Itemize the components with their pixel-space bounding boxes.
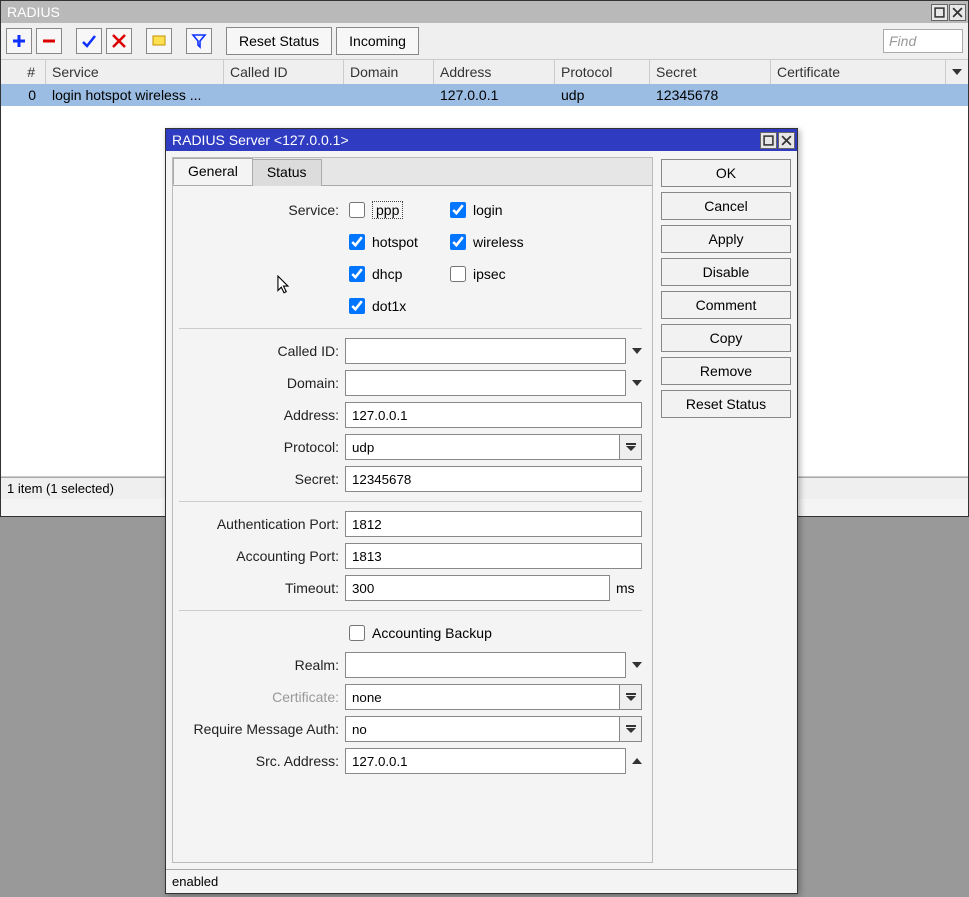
checkbox-dot1x[interactable]: dot1x bbox=[345, 295, 440, 317]
protocol-dropdown-icon[interactable] bbox=[620, 434, 642, 460]
col-secret[interactable]: Secret bbox=[650, 60, 771, 84]
cell-num: 0 bbox=[1, 84, 46, 106]
tab-general[interactable]: General bbox=[173, 158, 253, 185]
radius-title: RADIUS bbox=[3, 4, 930, 20]
checkbox-ppp[interactable]: ppp bbox=[345, 199, 440, 221]
service-label: Service: bbox=[179, 202, 345, 218]
table-row[interactable]: 0 login hotspot wireless ... 127.0.0.1 u… bbox=[1, 84, 968, 106]
realm-label: Realm: bbox=[179, 657, 345, 673]
acct-port-field[interactable] bbox=[345, 543, 642, 569]
secret-label: Secret: bbox=[179, 471, 345, 487]
auth-port-label: Authentication Port: bbox=[179, 516, 345, 532]
src-address-label: Src. Address: bbox=[179, 753, 345, 769]
cell-domain bbox=[344, 84, 434, 106]
cell-secret: 12345678 bbox=[650, 84, 771, 106]
col-certificate[interactable]: Certificate bbox=[771, 60, 946, 84]
remove-row-button[interactable] bbox=[36, 28, 62, 54]
disable-button[interactable] bbox=[106, 28, 132, 54]
col-called-id[interactable]: Called ID bbox=[224, 60, 344, 84]
radius-server-dialog: RADIUS Server <127.0.0.1> General Status… bbox=[165, 128, 798, 894]
cell-called-id bbox=[224, 84, 344, 106]
require-msg-auth-dropdown-icon[interactable] bbox=[620, 716, 642, 742]
dialog-close-icon[interactable] bbox=[778, 132, 795, 149]
col-num[interactable]: # bbox=[1, 60, 46, 84]
comment-button-icon[interactable] bbox=[146, 28, 172, 54]
col-address[interactable]: Address bbox=[434, 60, 555, 84]
enable-button[interactable] bbox=[76, 28, 102, 54]
certificate-label: Certificate: bbox=[179, 689, 345, 705]
find-input[interactable]: Find bbox=[883, 29, 963, 53]
reset-status-dlg-button[interactable]: Reset Status bbox=[661, 390, 791, 418]
ok-button[interactable]: OK bbox=[661, 159, 791, 187]
called-id-label: Called ID: bbox=[179, 343, 345, 359]
src-address-collapse-icon[interactable] bbox=[632, 758, 642, 764]
dialog-minimize-icon[interactable] bbox=[760, 132, 777, 149]
checkbox-login[interactable]: login bbox=[446, 199, 541, 221]
dialog-left-panel: General Status Service: ppp login hotspo… bbox=[172, 157, 653, 863]
certificate-dropdown-icon[interactable] bbox=[620, 684, 642, 710]
close-icon[interactable] bbox=[949, 4, 966, 21]
cell-service: login hotspot wireless ... bbox=[46, 84, 224, 106]
incoming-button[interactable]: Incoming bbox=[336, 27, 419, 55]
address-label: Address: bbox=[179, 407, 345, 423]
protocol-label: Protocol: bbox=[179, 439, 345, 455]
called-id-field[interactable] bbox=[345, 338, 626, 364]
domain-label: Domain: bbox=[179, 375, 345, 391]
checkbox-wireless[interactable]: wireless bbox=[446, 231, 541, 253]
table-header: # Service Called ID Domain Address Proto… bbox=[1, 60, 968, 84]
realm-field[interactable] bbox=[345, 652, 626, 678]
dialog-statusbar: enabled bbox=[166, 869, 797, 893]
col-protocol[interactable]: Protocol bbox=[555, 60, 650, 84]
timeout-field[interactable] bbox=[345, 575, 610, 601]
dialog-title: RADIUS Server <127.0.0.1> bbox=[168, 132, 759, 148]
secret-field[interactable] bbox=[345, 466, 642, 492]
add-button[interactable] bbox=[6, 28, 32, 54]
checkbox-dhcp[interactable]: dhcp bbox=[345, 263, 440, 285]
copy-button[interactable]: Copy bbox=[661, 324, 791, 352]
minimize-icon[interactable] bbox=[931, 4, 948, 21]
radius-toolbar: Reset Status Incoming Find bbox=[1, 23, 968, 60]
certificate-field[interactable] bbox=[345, 684, 642, 710]
src-address-field[interactable] bbox=[345, 748, 626, 774]
called-id-expand-icon[interactable] bbox=[632, 348, 642, 354]
checkbox-hotspot[interactable]: hotspot bbox=[345, 231, 440, 253]
checkbox-accounting-backup[interactable]: Accounting Backup bbox=[345, 622, 492, 644]
apply-button[interactable]: Apply bbox=[661, 225, 791, 253]
auth-port-field[interactable] bbox=[345, 511, 642, 537]
col-service[interactable]: Service bbox=[46, 60, 224, 84]
column-menu-icon[interactable] bbox=[946, 60, 968, 84]
require-msg-auth-field[interactable] bbox=[345, 716, 642, 742]
radius-titlebar[interactable]: RADIUS bbox=[1, 1, 968, 23]
disable-dlg-button[interactable]: Disable bbox=[661, 258, 791, 286]
tab-status[interactable]: Status bbox=[252, 159, 322, 186]
comment-dlg-button[interactable]: Comment bbox=[661, 291, 791, 319]
cell-protocol: udp bbox=[555, 84, 650, 106]
realm-expand-icon[interactable] bbox=[632, 662, 642, 668]
cell-certificate bbox=[771, 84, 946, 106]
dialog-right-buttons: OK Cancel Apply Disable Comment Copy Rem… bbox=[661, 157, 791, 863]
timeout-label: Timeout: bbox=[179, 580, 345, 596]
acct-port-label: Accounting Port: bbox=[179, 548, 345, 564]
require-msg-auth-label: Require Message Auth: bbox=[179, 721, 345, 737]
cell-address: 127.0.0.1 bbox=[434, 84, 555, 106]
timeout-unit: ms bbox=[616, 580, 642, 596]
dialog-tabs: General Status bbox=[173, 158, 652, 186]
remove-button[interactable]: Remove bbox=[661, 357, 791, 385]
domain-field[interactable] bbox=[345, 370, 626, 396]
address-field[interactable] bbox=[345, 402, 642, 428]
dialog-titlebar[interactable]: RADIUS Server <127.0.0.1> bbox=[166, 129, 797, 151]
reset-status-button[interactable]: Reset Status bbox=[226, 27, 332, 55]
col-domain[interactable]: Domain bbox=[344, 60, 434, 84]
cancel-button[interactable]: Cancel bbox=[661, 192, 791, 220]
checkbox-ipsec[interactable]: ipsec bbox=[446, 263, 541, 285]
protocol-field[interactable] bbox=[345, 434, 642, 460]
filter-icon[interactable] bbox=[186, 28, 212, 54]
domain-expand-icon[interactable] bbox=[632, 380, 642, 386]
dialog-form: Service: ppp login hotspot wireless bbox=[173, 186, 652, 862]
